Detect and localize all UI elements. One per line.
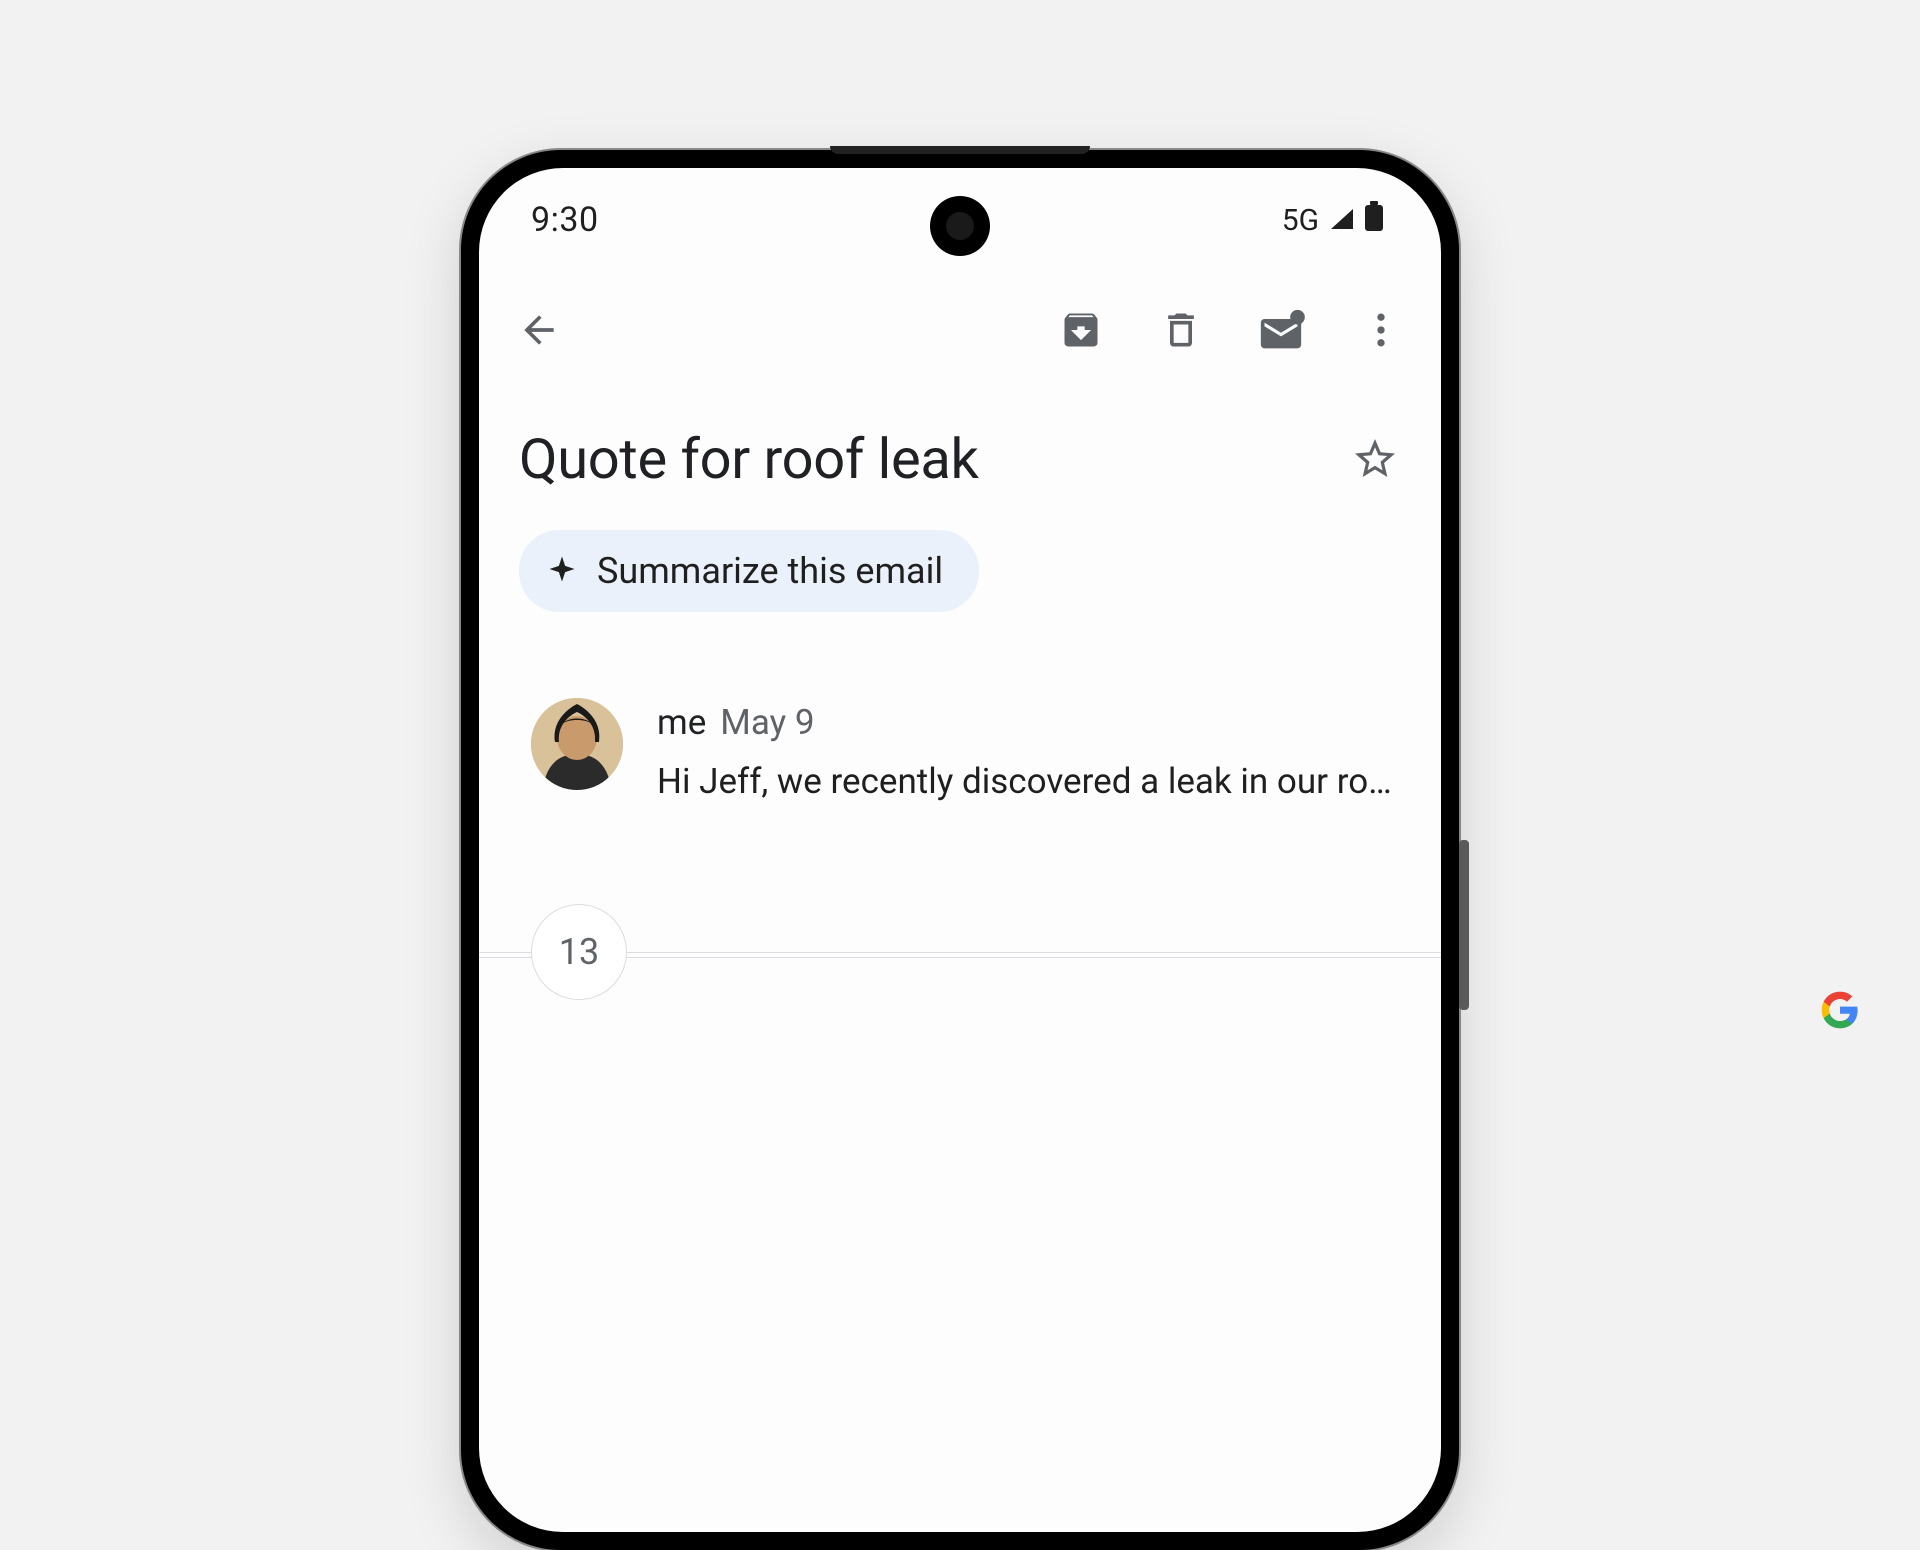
- mark-unread-button[interactable]: [1257, 306, 1305, 354]
- star-button[interactable]: [1351, 435, 1399, 483]
- thread-count-row: 13: [479, 904, 1441, 1000]
- archive-icon: [1059, 308, 1103, 352]
- status-time: 9:30: [531, 200, 599, 240]
- battery-icon: [1365, 200, 1383, 240]
- trash-icon: [1159, 308, 1203, 352]
- delete-button[interactable]: [1157, 306, 1205, 354]
- archive-button[interactable]: [1057, 306, 1105, 354]
- message-body: me May 9 Hi Jeff, we recently discovered…: [657, 698, 1395, 808]
- sender-avatar[interactable]: [531, 698, 623, 790]
- subject-row: Quote for roof leak: [479, 364, 1441, 496]
- status-indicators: 5G: [1282, 200, 1383, 240]
- message-preview: Hi Jeff, we recently discovered a leak i…: [657, 757, 1395, 808]
- google-logo: [1820, 990, 1860, 1030]
- sender-name: me: [657, 702, 706, 743]
- power-button: [1459, 840, 1469, 1010]
- thread-count-badge[interactable]: 13: [531, 904, 627, 1000]
- screen: 9:30 5G: [479, 168, 1441, 1532]
- more-button[interactable]: [1357, 306, 1405, 354]
- phone-frame: 9:30 5G: [461, 150, 1459, 1550]
- back-button[interactable]: [515, 306, 563, 354]
- message-row[interactable]: me May 9 Hi Jeff, we recently discovered…: [479, 612, 1441, 808]
- star-outline-icon: [1351, 435, 1399, 483]
- app-bar: [479, 246, 1441, 364]
- message-date: May 9: [720, 702, 814, 743]
- email-subject: Quote for roof leak: [519, 426, 979, 492]
- network-label: 5G: [1282, 203, 1319, 238]
- summarize-label: Summarize this email: [597, 550, 943, 592]
- signal-icon: [1329, 200, 1355, 240]
- camera-cutout: [930, 196, 990, 256]
- arrow-back-icon: [517, 308, 561, 352]
- mail-unread-icon: [1257, 308, 1305, 352]
- summarize-chip[interactable]: Summarize this email: [519, 530, 979, 612]
- sparkle-icon: [547, 554, 577, 588]
- more-vert-icon: [1359, 308, 1403, 352]
